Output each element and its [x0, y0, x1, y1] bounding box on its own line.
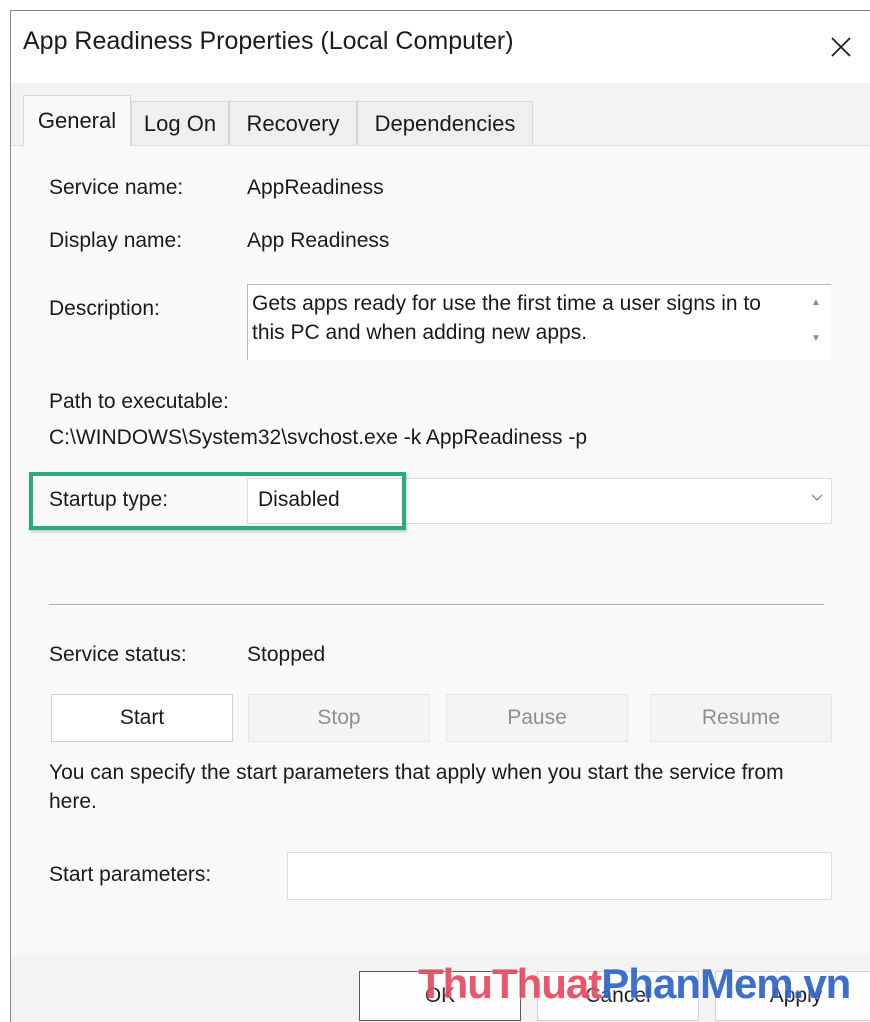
cancel-button[interactable]: Cancel — [537, 971, 699, 1021]
chevron-down-icon — [811, 494, 823, 501]
service-name-label: Service name: — [49, 176, 184, 199]
tab-log-on-label: Log On — [143, 110, 217, 136]
close-button[interactable] — [811, 21, 870, 73]
title-bar: App Readiness Properties (Local Computer… — [11, 11, 870, 83]
tab-general[interactable]: General — [23, 95, 131, 146]
description-scrollbar[interactable]: ▲ ▼ — [801, 285, 831, 361]
stop-button[interactable]: Stop — [248, 694, 430, 742]
service-status-label: Service status: — [49, 643, 187, 666]
path-label: Path to executable: — [49, 390, 229, 413]
tab-strip: General Log On Recovery Dependencies — [11, 83, 870, 146]
general-tab-panel: Service name: AppReadiness Display name:… — [11, 145, 870, 956]
pause-button[interactable]: Pause — [446, 694, 628, 742]
start-params-input[interactable] — [287, 852, 832, 900]
scroll-up-arrow-icon[interactable]: ▲ — [811, 297, 821, 308]
path-value: C:\WINDOWS\System32\svchost.exe -k AppRe… — [49, 426, 588, 449]
description-label: Description: — [49, 297, 160, 320]
description-text: Gets apps ready for use the first time a… — [252, 292, 761, 344]
service-properties-dialog: App Readiness Properties (Local Computer… — [10, 10, 870, 1022]
tab-general-label: General — [37, 108, 117, 133]
dialog-footer: OK Cancel Apply — [11, 955, 870, 1022]
section-divider — [49, 604, 824, 605]
scroll-down-arrow-icon[interactable]: ▼ — [811, 333, 821, 344]
tab-dependencies-label: Dependencies — [374, 110, 516, 136]
start-params-label: Start parameters: — [49, 863, 212, 886]
window-title: App Readiness Properties (Local Computer… — [23, 27, 514, 55]
ok-button[interactable]: OK — [359, 971, 521, 1021]
startup-type-label: Startup type: — [49, 488, 169, 511]
start-button[interactable]: Start — [51, 694, 233, 742]
tab-log-on[interactable]: Log On — [131, 101, 229, 145]
startup-type-value: Disabled — [258, 488, 340, 511]
apply-button[interactable]: Apply — [715, 971, 870, 1021]
tab-recovery-label: Recovery — [246, 110, 340, 136]
display-name-value: App Readiness — [247, 229, 390, 252]
tab-recovery[interactable]: Recovery — [229, 101, 357, 145]
service-name-value: AppReadiness — [247, 176, 384, 199]
display-name-label: Display name: — [49, 229, 183, 252]
description-textbox[interactable]: Gets apps ready for use the first time a… — [247, 284, 831, 360]
resume-button[interactable]: Resume — [650, 694, 832, 742]
close-icon — [831, 37, 851, 57]
startup-type-dropdown[interactable]: Disabled — [247, 478, 832, 524]
start-params-note: You can specify the start parameters tha… — [49, 761, 784, 813]
tab-dependencies[interactable]: Dependencies — [357, 101, 533, 145]
service-status-value: Stopped — [247, 643, 326, 666]
